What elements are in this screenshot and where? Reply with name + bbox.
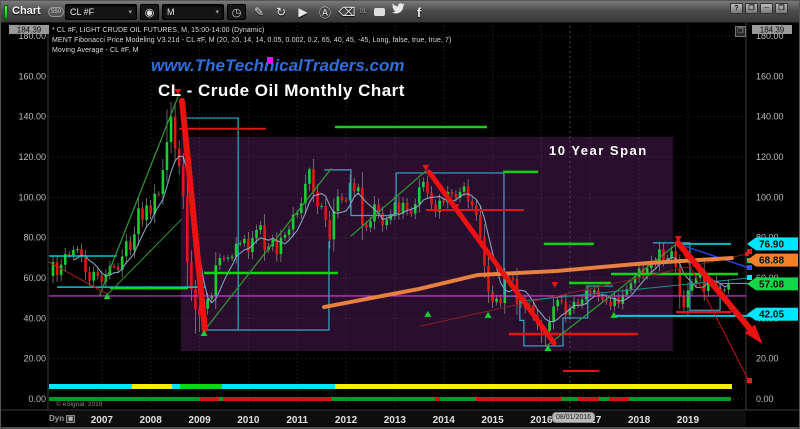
svg-text:2015: 2015 [481, 415, 504, 426]
span-annotation: 10 Year Span [549, 143, 648, 158]
chart-window: 180.00 180.00 160.00 160.00 140.00 140.00 120.… [0, 0, 800, 429]
window-id-badge: 550 [48, 7, 65, 17]
svg-text:2013: 2013 [384, 415, 407, 426]
svg-text:184.39: 184.39 [17, 26, 42, 35]
svg-text:140.00: 140.00 [756, 112, 784, 122]
indicator-legend: * CL #F, LIGHT CRUDE OIL FUTURES, M, 15:… [52, 26, 451, 56]
superscript-label: 01 [359, 9, 367, 15]
svg-text:0.00: 0.00 [28, 394, 46, 404]
svg-text:2007: 2007 [91, 415, 114, 426]
copyright-label: © eSignal, 2019 [56, 401, 103, 408]
time-template-button[interactable]: ◷ [227, 4, 246, 20]
expand-chart-icon[interactable]: ❐ [735, 26, 746, 37]
draw-pencil-button[interactable]: ✎ [250, 3, 268, 21]
magenta-dot [267, 57, 273, 63]
svg-text:60.00: 60.00 [23, 273, 46, 283]
target-icon: ◉ [144, 6, 155, 19]
twitter-bird-icon [392, 3, 405, 14]
twitter-share-button[interactable] [392, 3, 410, 21]
refresh-icon: ↻ [275, 5, 287, 19]
refresh-button[interactable]: ↻ [272, 3, 290, 21]
play-circle-icon: ▶ [298, 5, 308, 19]
cursor-date-badge: 08/01/2016 [552, 412, 596, 423]
clock-icon: ◷ [231, 6, 242, 19]
replay-button[interactable]: ▶ [294, 3, 312, 21]
help-button[interactable]: ? [730, 3, 743, 14]
svg-text:2012: 2012 [335, 415, 358, 426]
chat-bubble-icon [373, 8, 385, 16]
svg-text:20.00: 20.00 [756, 354, 779, 364]
window-title: Chart [12, 5, 41, 17]
svg-text:100.00: 100.00 [756, 192, 784, 202]
svg-text:2018: 2018 [628, 415, 651, 426]
svg-text:120.00: 120.00 [756, 152, 784, 162]
svg-text:140.00: 140.00 [18, 112, 46, 122]
window-accent-bar [4, 5, 8, 19]
dyn-label[interactable]: Dyn ▦ [49, 414, 76, 423]
svg-text:0.00: 0.00 [756, 394, 774, 404]
svg-text:100.00: 100.00 [18, 192, 46, 202]
interval-input[interactable]: M ▾ [162, 4, 224, 20]
chevron-down-icon[interactable]: ▾ [209, 8, 219, 16]
svg-text:2019: 2019 [677, 415, 700, 426]
calendar-icon[interactable]: ▦ [66, 414, 76, 423]
chevron-down-icon[interactable]: ▾ [122, 8, 132, 16]
svg-text:160.00: 160.00 [756, 71, 784, 81]
svg-text:68.88: 68.88 [759, 256, 784, 267]
svg-text:76.90: 76.90 [759, 239, 784, 250]
svg-text:57.08: 57.08 [759, 279, 784, 290]
svg-text:80.00: 80.00 [23, 233, 46, 243]
svg-text:20.00: 20.00 [23, 354, 46, 364]
circled-a-icon: Ⓐ [318, 5, 331, 20]
maximize-button[interactable]: ❐ [775, 3, 788, 14]
title-bar: Chart 550 CL #F ▾ ◉ M ▾ ◷ ✎ ↻ ▶ Ⓐ ⌫ 01 f… [1, 1, 799, 23]
svg-text:2009: 2009 [188, 415, 211, 426]
svg-text:2016: 2016 [530, 415, 553, 426]
facebook-f-icon: f [416, 4, 422, 20]
eraser-button[interactable]: ⌫ [338, 3, 356, 21]
svg-text:2010: 2010 [237, 415, 260, 426]
pencil-icon: ✎ [253, 5, 265, 19]
chart-title: CL - Crude Oil Monthly Chart [158, 81, 405, 100]
annotation-button[interactable]: Ⓐ [316, 3, 334, 21]
svg-text:42.05: 42.05 [759, 310, 784, 321]
legend-ma-line: Moving Average - CL #F, M [52, 47, 139, 54]
eraser-icon: ⌫ [338, 5, 356, 19]
svg-text:160.00: 160.00 [18, 71, 46, 81]
svg-text:2014: 2014 [433, 415, 456, 426]
symbol-input[interactable]: CL #F ▾ [65, 4, 137, 20]
svg-text:2008: 2008 [140, 415, 163, 426]
facebook-share-button[interactable]: f [410, 3, 428, 21]
website-watermark[interactable]: www.TheTechnicalTraders.com [151, 56, 405, 76]
symbol-lookup-button[interactable]: ◉ [140, 4, 159, 20]
svg-text:184.39: 184.39 [760, 26, 785, 35]
restore-button[interactable]: ❐ [745, 3, 758, 14]
minimize-button[interactable]: ─ [760, 3, 773, 14]
svg-text:2011: 2011 [286, 415, 308, 426]
legend-fibonacci-line: MENT Fibonacci Price Modeling V3.21d - C… [52, 37, 452, 44]
legend-symbol-line: * CL #F, LIGHT CRUDE OIL FUTURES, M, 15:… [52, 27, 265, 34]
svg-text:40.00: 40.00 [23, 313, 46, 323]
svg-text:120.00: 120.00 [18, 152, 46, 162]
chat-button[interactable] [370, 3, 388, 21]
